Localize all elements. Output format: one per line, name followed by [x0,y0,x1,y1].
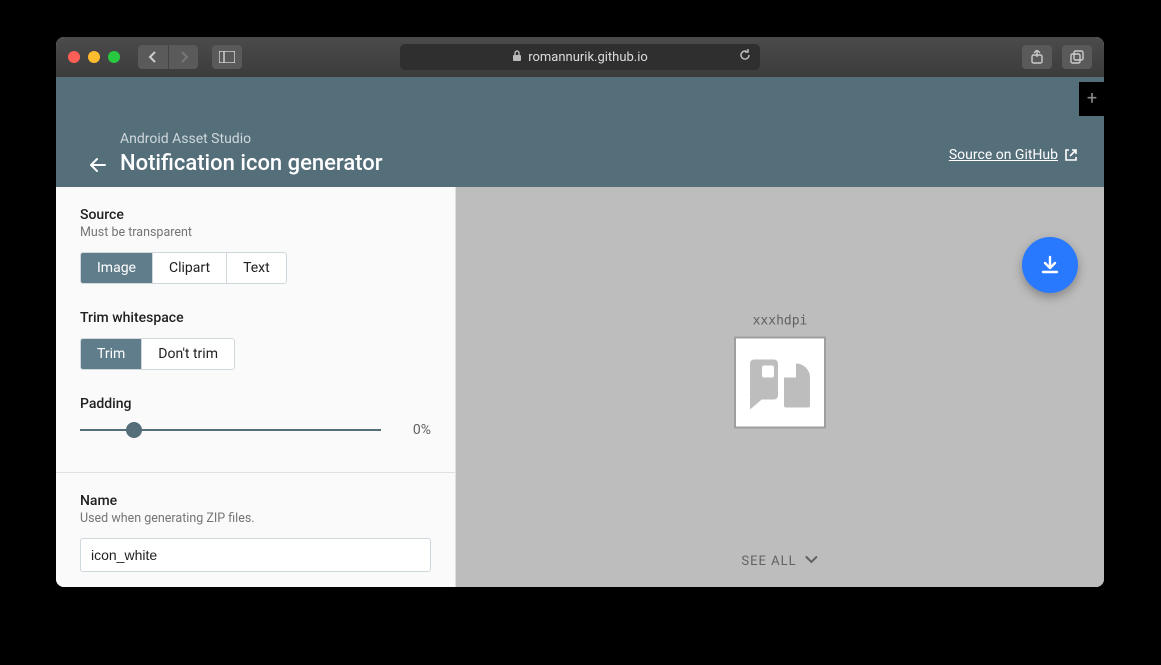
address-bar[interactable]: romannurik.github.io [400,44,760,70]
reload-button[interactable] [738,48,752,66]
preview-panel: xxxhdpi SEE ALL [456,187,1104,587]
padding-slider[interactable] [80,418,381,442]
fullscreen-window-button[interactable] [108,51,120,63]
trim-label: Trim whitespace [80,310,431,326]
density-label: xxxhdpi [734,314,826,329]
padding-value: 0% [401,422,431,438]
chevron-down-icon [805,554,819,569]
browser-titlebar: romannurik.github.io [56,37,1104,77]
name-label: Name [80,493,431,509]
plus-icon: + [1087,90,1097,108]
url-text: romannurik.github.io [528,50,648,65]
back-button[interactable] [138,45,168,69]
see-all-button[interactable]: SEE ALL [741,554,818,569]
app-subtitle: Android Asset Studio [120,131,251,147]
source-options: Image Clipart Text [80,252,287,284]
icon-preview-tile[interactable] [734,337,826,429]
source-option-text[interactable]: Text [226,253,286,283]
page-title: Notification icon generator [120,151,383,176]
back-arrow-button[interactable] [86,153,110,177]
slider-thumb[interactable] [126,422,142,438]
page-body: Source Must be transparent Image Clipart… [56,187,1104,587]
name-hint: Used when generating ZIP files. [80,511,431,526]
generated-icon [748,358,812,408]
padding-section: Padding 0% [56,376,455,458]
download-icon [1039,254,1061,276]
name-section: Name Used when generating ZIP files. [56,473,455,578]
see-all-label: SEE ALL [741,554,796,569]
external-link-icon [1064,148,1078,162]
source-section: Source Must be transparent Image Clipart… [56,187,455,290]
tabs-button[interactable] [1062,45,1092,69]
new-tab-button[interactable]: + [1079,82,1104,116]
padding-label: Padding [80,396,431,412]
share-button[interactable] [1022,45,1052,69]
settings-panel: Source Must be transparent Image Clipart… [56,187,456,587]
app-header: Android Asset Studio Notification icon g… [56,77,1104,187]
slider-track [80,429,381,431]
source-option-clipart[interactable]: Clipart [152,253,226,283]
browser-tools [1022,45,1092,69]
source-option-image[interactable]: Image [81,253,152,283]
source-hint: Must be transparent [80,225,431,240]
trim-option-dont-trim[interactable]: Don't trim [141,339,234,369]
window-controls [68,51,120,63]
minimize-window-button[interactable] [88,51,100,63]
name-input[interactable] [80,538,431,572]
trim-options: Trim Don't trim [80,338,235,370]
github-link-text: Source on GitHub [949,147,1058,163]
forward-button[interactable] [168,45,198,69]
preview-item: xxxhdpi [734,314,826,429]
trim-section: Trim whitespace Trim Don't trim [56,290,455,376]
lock-icon [512,50,522,65]
source-label: Source [80,207,431,223]
close-window-button[interactable] [68,51,80,63]
sidebar-toggle-button[interactable] [212,45,242,69]
nav-buttons [138,45,198,69]
source-github-link[interactable]: Source on GitHub [949,147,1078,163]
browser-window: romannurik.github.io Android Asset Studi… [56,37,1104,587]
trim-option-trim[interactable]: Trim [81,339,141,369]
download-button[interactable] [1022,237,1078,293]
